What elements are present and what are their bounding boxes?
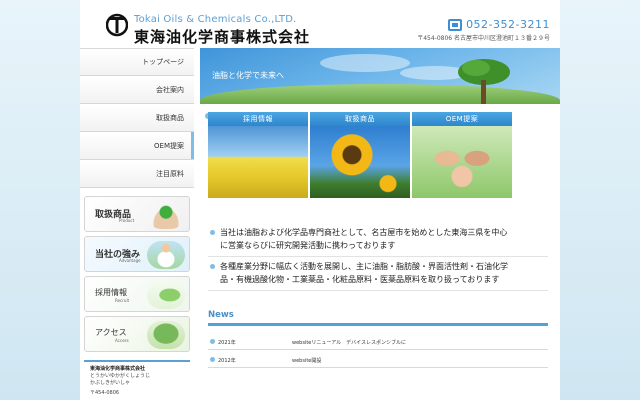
tile-label: OEM提案 [412, 112, 512, 126]
company-info-box: 東海油化学商事株式会社 とうかいゆかがくしょうじ かぶしきがいしゃ 〒454-0… [84, 360, 190, 400]
bullet-icon [210, 357, 215, 362]
intro-line: 各種産業分野に幅広く活動を展開し、主に油脂・脂肪酸・界面活性剤・石油化学 [220, 262, 508, 271]
cloud-decoration [320, 54, 410, 72]
nav-item-label: OEM提案 [154, 141, 184, 150]
phone-contact[interactable]: 052-352-3211 [448, 18, 550, 31]
banner-subtitle: Advantage [119, 258, 141, 263]
intro-paragraph-1: 当社は油脂および化学品専門商社として、名古屋市を始めとした東海三県を中心 に営業… [208, 222, 548, 257]
banner-subtitle: Product [119, 218, 135, 223]
intro-paragraph-2: 各種産業分野に幅広く活動を展開し、主に油脂・脂肪酸・界面活性剤・石油化学 品・有… [208, 256, 548, 291]
fist-bump-image [412, 126, 512, 198]
nav-item-label: トップページ [142, 58, 184, 66]
banner-subtitle: Access [115, 338, 129, 343]
logo-mark-icon [106, 13, 128, 37]
bullet-icon [210, 230, 215, 235]
company-name-jp: 東海油化学商事株式会社 [134, 28, 311, 46]
tile-products[interactable]: 取扱商品 [310, 112, 410, 198]
tree-path-icon [147, 321, 185, 349]
sunflower-image [310, 126, 410, 198]
rapeseed-field-image [208, 126, 308, 198]
bullet-icon [210, 264, 215, 269]
page-background-right [560, 0, 640, 400]
news-date: 2012年 [218, 358, 236, 364]
sidebox-postal: 〒454-0806 [90, 390, 120, 396]
tile-label: 取扱商品 [310, 112, 410, 126]
nav-item-company[interactable]: 会社案内 [80, 76, 194, 104]
sidebox-company-name: 東海油化学商事株式会社 [90, 366, 146, 372]
news-date: 2021年 [218, 340, 236, 346]
banner-access[interactable]: アクセス Access [84, 316, 190, 352]
bullet-icon [210, 339, 215, 344]
banner-recruit[interactable]: 採用情報 Recruit [84, 276, 190, 312]
leaf-icon [147, 281, 185, 309]
nav-item-label: 注目原料 [156, 169, 184, 178]
child-jumping-icon [147, 241, 185, 269]
banner-subtitle: Recruit [115, 298, 130, 303]
hero-banner: 油脂と化学で未来へ [200, 48, 560, 104]
news-text: website開設 [292, 358, 322, 364]
phone-number: 052-352-3211 [466, 18, 550, 31]
nav-item-label: 取扱商品 [156, 113, 184, 122]
sprout-hands-icon [147, 201, 185, 229]
news-item[interactable]: 2012年 website開設 [208, 352, 548, 368]
tree-icon [458, 59, 510, 104]
intro-line: 品・有機過酸化物・工業薬品・化粧品原料・医薬品原料を取り扱っております [220, 275, 500, 284]
site-header: Tokai Oils & Chemicals Co.,LTD. 東海油化学商事株… [80, 0, 560, 48]
side-navigation: トップページ 会社案内 取扱商品 OEM提案 注目原料 [80, 48, 194, 188]
nav-item-products[interactable]: 取扱商品 [80, 104, 194, 132]
intro-line: に営業ならびに研究開発活動に携わっております [220, 241, 396, 250]
news-item[interactable]: 2021年 websiteリニューアル デバイスレスポンシブルに [208, 334, 548, 350]
banner-products[interactable]: 取扱商品 Product [84, 196, 190, 232]
feature-tiles: 採用情報 取扱商品 OEM提案 [208, 112, 520, 198]
sidebox-kana-2: かぶしきがいしゃ [90, 380, 131, 386]
tile-label: 採用情報 [208, 112, 308, 126]
active-indicator [191, 132, 194, 159]
sidebox-kana-1: とうかいゆかがくしょうじ [90, 373, 151, 379]
nav-item-materials[interactable]: 注目原料 [80, 160, 194, 188]
hero-tagline: 油脂と化学で未来へ [212, 71, 284, 80]
company-name-en: Tokai Oils & Chemicals Co.,LTD. [134, 14, 297, 25]
news-text: websiteリニューアル デバイスレスポンシブルに [292, 340, 406, 346]
banner-title: アクセス [95, 328, 127, 337]
company-logo[interactable]: Tokai Oils & Chemicals Co.,LTD. 東海油化学商事株… [106, 12, 309, 46]
tile-oem[interactable]: OEM提案 [412, 112, 512, 198]
nav-item-top[interactable]: トップページ [80, 48, 194, 76]
banner-title: 採用情報 [95, 288, 127, 297]
banner-advantage[interactable]: 当社の強み Advantage [84, 236, 190, 272]
intro-line: 当社は油脂および化学品専門商社として、名古屋市を始めとした東海三県を中心 [220, 228, 508, 237]
nav-item-label: 会社案内 [156, 85, 184, 94]
tile-recruit[interactable]: 採用情報 [208, 112, 308, 198]
news-heading: News [208, 310, 548, 326]
building-icon [448, 18, 463, 31]
page-background-left [0, 0, 80, 400]
company-address: 〒454-0806 名古屋市中川区澄池町１３番２９号 [417, 35, 550, 42]
nav-item-oem[interactable]: OEM提案 [80, 132, 194, 160]
page-container: Tokai Oils & Chemicals Co.,LTD. 東海油化学商事株… [80, 0, 560, 400]
